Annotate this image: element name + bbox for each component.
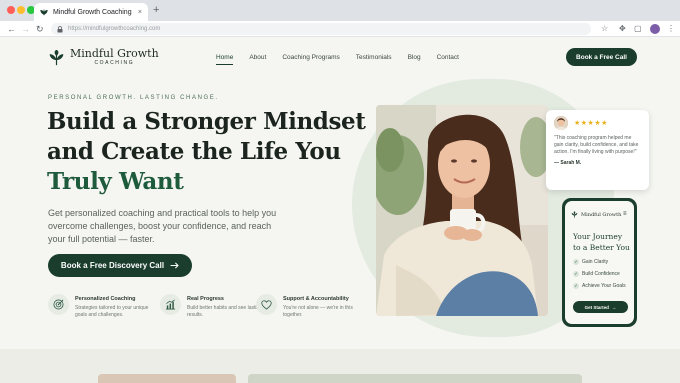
nav-about[interactable]: About bbox=[249, 54, 266, 65]
discovery-call-label: Book a Free Discovery Call bbox=[60, 261, 165, 270]
reload-icon[interactable]: ↻ bbox=[36, 23, 44, 35]
browser-toolbar: ← → ↻ https://mindfulgrowthcoaching.com … bbox=[0, 21, 680, 37]
phone-brand: Mindful Growth bbox=[581, 211, 622, 218]
tab-close-icon[interactable]: × bbox=[138, 9, 142, 16]
feature-real-progress: Real Progress Build better habits and se… bbox=[160, 294, 269, 319]
new-tab-button[interactable]: + bbox=[153, 4, 159, 17]
checklist-label: Gain Clarity bbox=[582, 259, 609, 265]
back-icon[interactable]: ← bbox=[7, 23, 16, 35]
growth-chart-icon bbox=[160, 294, 181, 315]
profile-icon[interactable] bbox=[650, 24, 660, 34]
nav-testimonials[interactable]: Testimonials bbox=[356, 54, 392, 65]
leaf-logo-icon bbox=[571, 211, 578, 218]
hamburger-menu-icon[interactable]: ≡ bbox=[623, 211, 627, 217]
nav-coaching-programs[interactable]: Coaching Programs bbox=[282, 54, 339, 65]
leaf-logo-icon bbox=[49, 49, 64, 65]
url-text: https://mindfulgrowthcoaching.com bbox=[68, 26, 161, 32]
rating-stars: ★★★★★ bbox=[574, 120, 608, 127]
testimonial-card: ★★★★★ "This coaching program helped me g… bbox=[546, 110, 649, 190]
nav-contact[interactable]: Contact bbox=[437, 54, 459, 65]
book-discovery-call-button[interactable]: Book a Free Discovery Call bbox=[48, 254, 192, 277]
main-nav: Home About Coaching Programs Testimonial… bbox=[216, 54, 459, 65]
leaf-favicon-icon bbox=[40, 9, 48, 16]
logo-name: Mindful Growth bbox=[70, 47, 159, 60]
nav-blog[interactable]: Blog bbox=[408, 54, 421, 65]
phone-title: Your Journey to a Better You bbox=[573, 231, 630, 253]
checklist-item: ✓ Build Confidence bbox=[573, 271, 620, 277]
check-icon: ✓ bbox=[573, 259, 579, 265]
target-icon bbox=[48, 294, 69, 315]
nav-home[interactable]: Home bbox=[216, 54, 234, 65]
phone-screen: Mindful Growth ≡ Your Journey to a Bette… bbox=[565, 201, 634, 324]
feature-title: Personalized Coaching bbox=[75, 296, 136, 302]
lock-icon bbox=[57, 25, 63, 32]
checklist-item: ✓ Achieve Your Goals bbox=[573, 283, 626, 289]
extensions-icon[interactable]: ✥ bbox=[619, 23, 626, 35]
checklist-label: Build Confidence bbox=[582, 271, 620, 277]
arrow-right-icon bbox=[170, 262, 179, 269]
browser-tab[interactable]: Mindful Growth Coaching × bbox=[34, 3, 148, 21]
forward-icon[interactable]: → bbox=[21, 23, 30, 35]
webpage: Mindful Growth COACHING Home About Coach… bbox=[0, 37, 680, 383]
feature-desc: Strategies tailored to your unique goals… bbox=[75, 305, 149, 318]
get-started-button[interactable]: Get Started → bbox=[573, 301, 628, 313]
section-image-thumbnail bbox=[98, 374, 236, 383]
testimonial-text: "This coaching program helped me gain cl… bbox=[554, 135, 639, 155]
browser-window: Mindful Growth Coaching × + ← → ↻ https:… bbox=[0, 0, 680, 383]
logo-tagline: COACHING bbox=[94, 60, 135, 66]
site-logo[interactable]: Mindful Growth COACHING bbox=[48, 48, 159, 66]
book-free-call-button[interactable]: Book a Free Call bbox=[566, 48, 637, 66]
hero-subtext: Get personalized coaching and practical … bbox=[48, 208, 277, 244]
hero-headline: Build a Stronger Mindset and Create the … bbox=[47, 107, 366, 197]
address-bar[interactable]: https://mindfulgrowthcoaching.com bbox=[51, 23, 591, 35]
section-image-thumbnail bbox=[248, 374, 582, 383]
checklist-item: ✓ Gain Clarity bbox=[573, 259, 608, 265]
heart-icon bbox=[256, 294, 277, 315]
feature-title: Support & Accountability bbox=[283, 296, 349, 302]
phone-title-line-1: Your Journey bbox=[573, 232, 623, 241]
tab-title: Mindful Growth Coaching bbox=[53, 8, 132, 16]
feature-support-accountability: Support & Accountability You're not alon… bbox=[256, 294, 365, 319]
hero-photo bbox=[376, 105, 548, 316]
feature-desc: You're not alone — we're in this togethe… bbox=[283, 305, 353, 318]
hero-eyebrow: PERSONAL GROWTH. LASTING CHANGE. bbox=[48, 95, 219, 101]
star-icon[interactable]: ☆ bbox=[601, 23, 608, 35]
reviewer-avatar bbox=[554, 116, 568, 130]
feature-personalized-coaching: Personalized Coaching Strategies tailore… bbox=[48, 294, 157, 319]
get-started-label: Get Started bbox=[584, 304, 609, 310]
close-window-button[interactable] bbox=[7, 6, 15, 14]
phone-title-line-2: to a Better You bbox=[573, 243, 630, 252]
minimize-window-button[interactable] bbox=[17, 6, 25, 14]
headline-line-1: Build a Stronger Mindset bbox=[47, 108, 366, 135]
check-icon: ✓ bbox=[573, 283, 579, 289]
tab-bar: Mindful Growth Coaching × + bbox=[0, 0, 680, 21]
arrow-right-icon: → bbox=[611, 304, 617, 310]
testimonial-author: — Sarah M. bbox=[554, 160, 582, 166]
phone-mockup: Mindful Growth ≡ Your Journey to a Bette… bbox=[562, 198, 637, 327]
checklist-label: Achieve Your Goals bbox=[582, 283, 626, 289]
woman-with-mug-illustration bbox=[376, 105, 548, 316]
sidepanel-icon[interactable]: ▢ bbox=[634, 23, 642, 35]
headline-accent: Truly Want bbox=[47, 168, 184, 195]
headline-line-2: and Create the Life You bbox=[47, 138, 341, 165]
check-icon: ✓ bbox=[573, 271, 579, 277]
menu-icon[interactable]: ⋮ bbox=[667, 23, 675, 35]
